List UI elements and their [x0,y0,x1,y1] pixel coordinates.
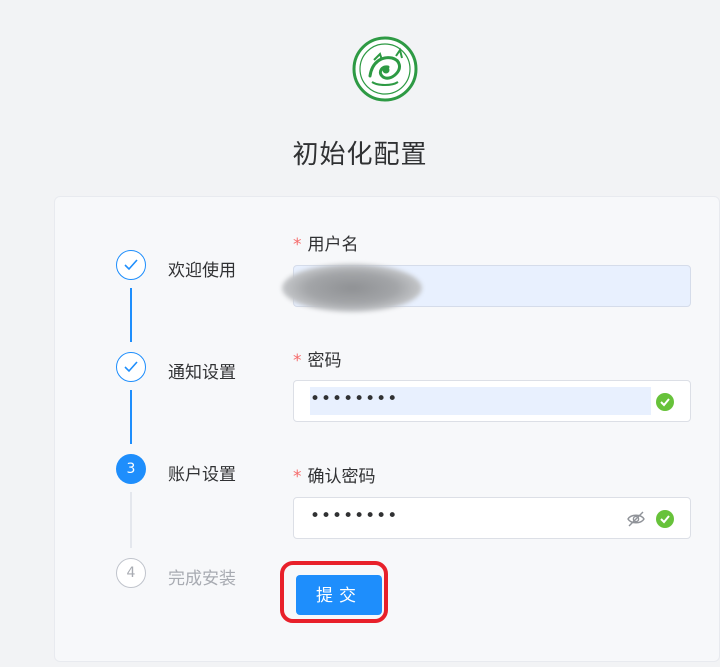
highlight-box: 提交 [280,561,388,623]
required-mark: * [293,235,302,255]
step-1-label: 欢迎使用 [168,261,236,281]
required-mark: * [293,351,302,371]
confirm-password-label: * 确认密码 [293,462,376,487]
confirm-password-value: •••••••• [310,506,399,526]
step-2-label: 通知设置 [168,363,236,383]
dragon-emblem-icon [352,36,418,102]
step-connector [130,288,132,342]
eye-hidden-icon[interactable] [626,509,646,529]
redaction-blur [282,264,422,312]
step-4-label: 完成安装 [168,569,236,589]
step-connector [130,390,132,444]
required-mark: * [293,467,302,487]
step-2-check-icon [116,352,146,382]
page-title: 初始化配置 [292,140,428,170]
submit-button[interactable]: 提交 [296,575,382,615]
valid-check-icon [656,393,674,411]
step-connector [130,492,132,548]
valid-check-icon [656,510,674,528]
username-label-text: 用户名 [307,235,359,255]
step-3-label: 账户设置 [168,465,236,485]
confirm-password-input[interactable]: •••••••• [293,497,691,539]
password-label: * 密码 [293,346,342,371]
password-value: •••••••• [310,389,399,409]
username-label: * 用户名 [293,230,359,255]
password-input[interactable]: •••••••• [293,380,691,422]
step-3-number: 3 [116,454,146,484]
step-4-number: 4 [116,558,146,588]
step-1-check-icon [116,250,146,280]
confirm-password-label-text: 确认密码 [307,467,376,487]
password-label-text: 密码 [307,351,342,371]
